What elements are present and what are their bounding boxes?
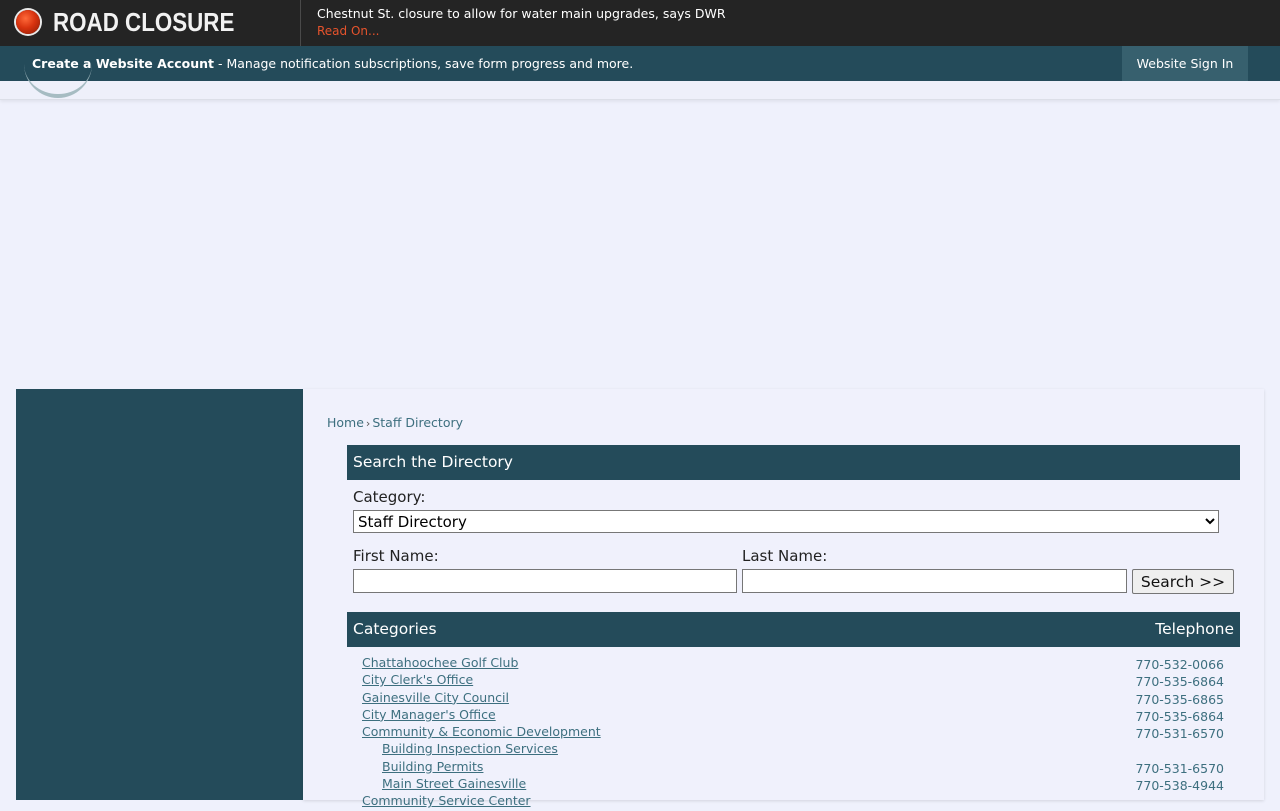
sign-in-button[interactable]: Website Sign In [1122,46,1248,81]
search-panel-title: Search the Directory [353,453,513,471]
category-link[interactable]: Building Permits [382,759,483,774]
account-message: Create a Website Account - Manage notifi… [32,56,633,71]
alert-message: Chestnut St. closure to allow for water … [317,6,726,21]
first-name-input[interactable] [353,569,737,593]
category-link[interactable]: Community & Economic Development [362,724,601,739]
category-phone: 770-532-0066 [1135,657,1224,672]
category-phone: 770-535-6864 [1135,708,1224,724]
categories-column-header: Categories [353,620,437,638]
account-description: - Manage notification subscriptions, sav… [214,56,634,71]
category-link[interactable]: Gainesville City Council [362,690,509,705]
breadcrumb-current[interactable]: Staff Directory [372,415,463,430]
category-phone: 770-535-6864 [1135,674,1224,690]
list-item: Community & Economic Development 770-531-… [347,724,1240,741]
list-item: Building Permits 770-531-6570 [347,759,1240,776]
category-link[interactable]: Chattahoochee Golf Club [362,655,518,670]
account-bar: Create a Website Account - Manage notifi… [0,46,1280,81]
category-phone: 770-531-6570 [1135,760,1224,776]
breadcrumb: Home › Staff Directory [327,415,463,430]
sidebar [16,389,303,800]
list-item: Gainesville City Council 770-535-6865 [347,690,1240,707]
category-phone: 770-531-6570 [1135,726,1224,742]
alert-banner: ROAD CLOSURE Chestnut St. closure to all… [0,0,1280,46]
category-link[interactable]: City Manager's Office [362,707,496,722]
alert-label-box: ROAD CLOSURE [0,0,301,46]
category-link[interactable]: Community Service Center [362,793,531,808]
telephone-column-header: Telephone [1155,620,1234,638]
first-name-label: First Name: [353,547,439,565]
category-link[interactable]: Building Inspection Services [382,741,558,756]
last-name-input[interactable] [742,569,1127,593]
category-link[interactable]: City Clerk's Office [362,672,473,687]
search-panel-header: Search the Directory [347,445,1240,480]
list-item: Building Inspection Services [347,741,1240,758]
categories-list: Chattahoochee Golf Club 770-532-0066 City … [347,655,1240,811]
list-item: City Clerk's Office 770-535-6864 [347,672,1240,689]
header-strip [0,81,1280,100]
main-content: Home › Staff Directory Search the Director… [303,389,1264,808]
categories-header: Categories Telephone [347,612,1240,647]
category-phone: 770-538-4944 [1135,778,1224,794]
alert-light-icon [16,10,40,34]
category-phone: 770-535-6865 [1135,691,1224,707]
breadcrumb-home[interactable]: Home [327,415,364,430]
category-link[interactable]: Main Street Gainesville [382,776,526,791]
list-item: City Manager's Office 770-535-6864 [347,707,1240,724]
alert-read-on-link[interactable]: Read On... [317,24,379,38]
list-item: Chattahoochee Golf Club 770-532-0066 [347,655,1240,672]
category-select[interactable]: Staff Directory [353,510,1219,533]
breadcrumb-separator: › [365,417,371,430]
list-item: Community Service Center [347,793,1240,810]
alert-title: ROAD CLOSURE [53,7,235,37]
category-label: Category: [353,488,426,506]
list-item: Main Street Gainesville 770-538-4944 [347,776,1240,793]
last-name-label: Last Name: [742,547,828,565]
search-button[interactable]: Search >> [1132,569,1234,594]
